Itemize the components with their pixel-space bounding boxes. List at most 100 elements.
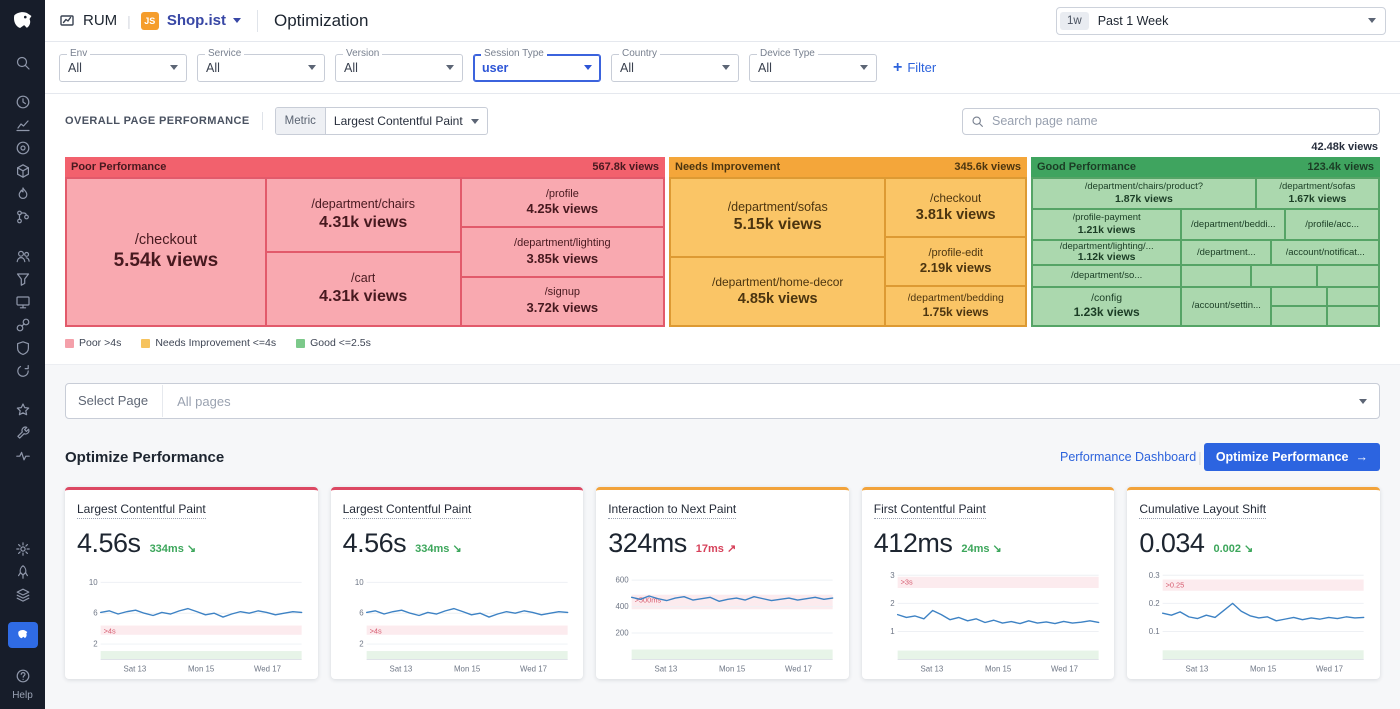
rum-icon[interactable] xyxy=(8,244,38,267)
log-management-icon[interactable] xyxy=(8,267,38,290)
settings-icon[interactable] xyxy=(8,537,38,560)
filter-country[interactable]: CountryAll xyxy=(611,54,739,82)
treemap-cell[interactable] xyxy=(1327,306,1379,326)
cell-page-name: /department/sofas xyxy=(1279,181,1355,193)
cell-page-name: /signup xyxy=(545,286,580,300)
treemap-cell[interactable]: /profile/acc... xyxy=(1285,209,1379,240)
ci-pipelines-icon[interactable] xyxy=(8,205,38,228)
treemap-cell[interactable] xyxy=(1251,265,1317,286)
metric-card-title: Largest Contentful Paint xyxy=(343,502,472,519)
treemap-cell[interactable] xyxy=(1271,287,1327,307)
help-icon[interactable] xyxy=(8,664,38,687)
page-select[interactable]: Select Page All pages xyxy=(65,383,1380,419)
metric-card-title: Cumulative Layout Shift xyxy=(1139,502,1266,519)
sidebar: Help xyxy=(0,0,45,709)
cell-views: 4.85k views xyxy=(738,290,818,308)
treemap-cell[interactable]: /department/lighting/...1.12k views xyxy=(1032,240,1181,265)
treemap-cell[interactable] xyxy=(1181,265,1250,286)
treemap-group-body: /department/chairs/product?1.87k views/d… xyxy=(1031,177,1380,327)
filter-device-type[interactable]: Device TypeAll xyxy=(749,54,877,82)
treemap-cell[interactable] xyxy=(1317,265,1379,286)
treemap-cell[interactable]: /profile-payment1.21k views xyxy=(1032,209,1181,240)
profiling-icon[interactable] xyxy=(8,444,38,467)
metric-value-large: 4.56s xyxy=(77,528,141,559)
treemap-cell[interactable]: /signup3.72k views xyxy=(461,277,664,326)
add-filter-button[interactable]: +Filter xyxy=(887,59,942,77)
history-icon[interactable] xyxy=(8,90,38,113)
datadog-logo-icon[interactable] xyxy=(10,8,36,39)
filter-env[interactable]: EnvAll xyxy=(59,54,187,82)
cell-views: 1.75k views xyxy=(923,305,989,320)
svg-text:1: 1 xyxy=(890,627,894,636)
treemap-cell[interactable]: /department/beddi... xyxy=(1181,209,1285,240)
treemap-group-header: Needs Improvement345.6k views xyxy=(669,157,1027,177)
dashboards-icon[interactable] xyxy=(8,113,38,136)
time-range-select[interactable]: 1w Past 1 Week xyxy=(1056,7,1386,35)
search-box[interactable] xyxy=(962,108,1380,135)
treemap-cell[interactable]: /department/bedding1.75k views xyxy=(885,286,1026,326)
synthetics-icon[interactable] xyxy=(8,359,38,382)
treemap-group-body: /department/sofas5.15k views/department/… xyxy=(669,177,1027,327)
treemap-cell[interactable]: /cart4.31k views xyxy=(266,252,461,326)
search-icon xyxy=(971,115,984,128)
treemap-cell[interactable]: /department/sofas1.67k views xyxy=(1256,178,1379,209)
search-icon[interactable] xyxy=(8,51,38,74)
metric-card-largest-contentful-paint: Largest Contentful Paint4.56s334ms ↘2610… xyxy=(331,487,584,679)
metric-delta: 334ms ↘ xyxy=(150,542,197,555)
service-management-icon[interactable] xyxy=(8,421,38,444)
treemap-cell[interactable]: /profile-edit2.19k views xyxy=(885,237,1026,286)
filter-session-type[interactable]: Session Typeuser xyxy=(473,54,601,82)
filter-label: Country xyxy=(619,48,660,60)
watchdog-icon[interactable] xyxy=(8,136,38,159)
help-label[interactable]: Help xyxy=(12,690,33,701)
cell-page-name: /department/lighting xyxy=(514,237,611,251)
treemap-cell[interactable]: /account/settin... xyxy=(1181,287,1271,326)
treemap-cell[interactable]: /department/chairs4.31k views xyxy=(266,178,461,252)
performance-dashboard-link[interactable]: Performance Dashboard xyxy=(1060,450,1196,464)
monitors-icon[interactable] xyxy=(8,290,38,313)
metric-card-interaction-to-next-paint: Interaction to Next Paint324ms17ms ↗2004… xyxy=(596,487,849,679)
legend-swatch xyxy=(65,339,74,348)
chevron-down-icon xyxy=(471,119,479,124)
treemap-cell[interactable]: /checkout3.81k views xyxy=(885,178,1026,237)
treemap-cell[interactable]: /config1.23k views xyxy=(1032,287,1181,326)
treemap-cell[interactable]: /department/sofas5.15k views xyxy=(670,178,885,257)
treemap-cell[interactable]: /department... xyxy=(1181,240,1271,265)
treemap-cell[interactable]: /account/notificat... xyxy=(1271,240,1379,265)
svg-text:>3s: >3s xyxy=(900,578,912,587)
treemap-cell[interactable]: /department/home-decor4.85k views xyxy=(670,257,885,326)
filter-version[interactable]: VersionAll xyxy=(335,54,463,82)
treemap-group-header: Good Performance123.4k views xyxy=(1031,157,1380,177)
treemap-cell[interactable] xyxy=(1271,306,1327,326)
treemap-cell[interactable]: /department/chairs/product?1.87k views xyxy=(1032,178,1256,209)
treemap-group-body: /checkout5.54k views/department/chairs4.… xyxy=(65,177,665,327)
treemap-cell[interactable]: /checkout5.54k views xyxy=(66,178,266,326)
security-icon[interactable] xyxy=(8,336,38,359)
metric-card-first-contentful-paint: First Contentful Paint412ms24ms ↘123>3sS… xyxy=(862,487,1115,679)
treemap-cell[interactable] xyxy=(1327,287,1379,307)
integrations-icon[interactable] xyxy=(8,313,38,336)
infrastructure-icon[interactable] xyxy=(8,159,38,182)
metric-select[interactable]: Metric Largest Contentful Paint xyxy=(275,107,488,135)
treemap-cell[interactable]: /department/lighting3.85k views xyxy=(461,227,664,276)
legend-label: Poor >4s xyxy=(79,337,121,349)
organization-icon[interactable] xyxy=(8,583,38,606)
filter-service[interactable]: ServiceAll xyxy=(197,54,325,82)
cell-page-name: /department/beddi... xyxy=(1191,219,1276,231)
app-selector[interactable]: Shop.ist xyxy=(167,12,241,29)
treemap-cell[interactable]: /profile4.25k views xyxy=(461,178,664,227)
optimize-performance-button[interactable]: Optimize Performance → xyxy=(1204,443,1380,471)
search-input[interactable] xyxy=(990,113,1371,129)
filter-value: All xyxy=(68,61,82,75)
cell-views: 1.12k views xyxy=(1078,251,1136,264)
filter-value: All xyxy=(620,61,634,75)
cell-views: 3.72k views xyxy=(527,300,599,316)
error-tracking-icon[interactable] xyxy=(8,398,38,421)
cell-views: 5.54k views xyxy=(114,249,219,273)
treemap-cell[interactable]: /department/so... xyxy=(1032,265,1181,286)
apm-icon[interactable] xyxy=(8,182,38,205)
quick-start-icon[interactable] xyxy=(8,560,38,583)
datadog-bits-icon[interactable] xyxy=(8,622,38,648)
metric-value-large: 412ms xyxy=(874,528,953,559)
app: Help RUM | JS Shop.ist Optimization 1w P… xyxy=(0,0,1400,709)
